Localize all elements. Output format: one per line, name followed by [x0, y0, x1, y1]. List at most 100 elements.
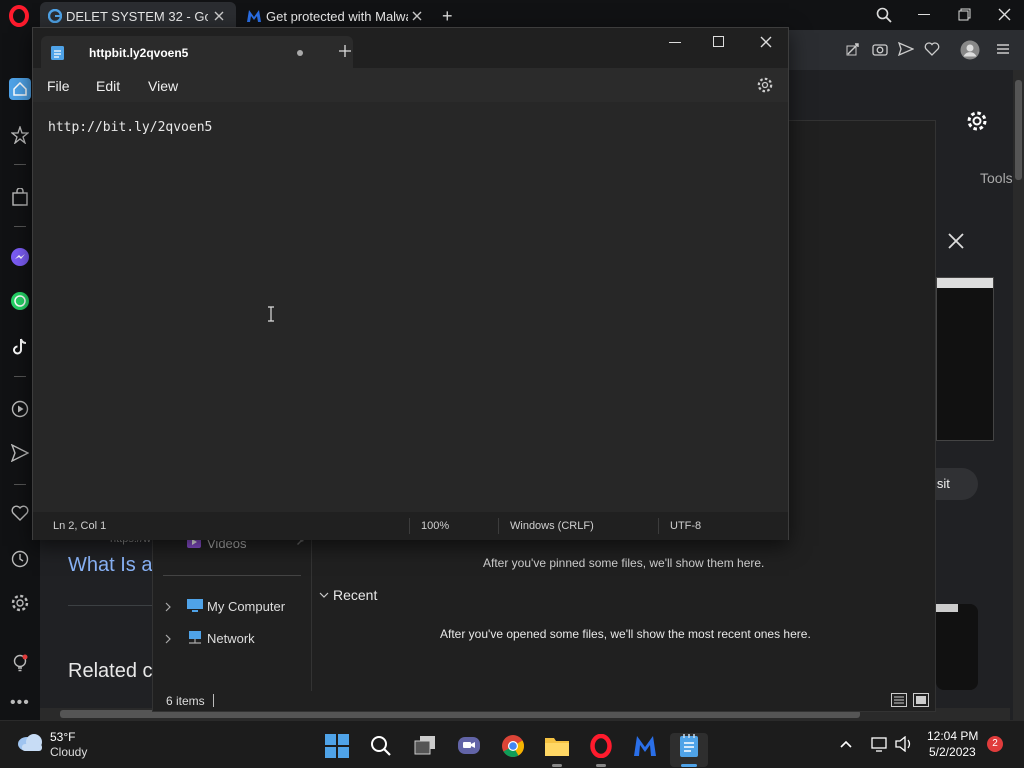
malwarebytes-icon — [246, 9, 262, 23]
messenger-icon[interactable] — [9, 246, 31, 268]
browser-restore-icon[interactable] — [958, 8, 971, 21]
cloudy-weather-icon[interactable] — [16, 731, 44, 753]
scrollbar-thumb[interactable] — [1015, 80, 1022, 180]
more-icon[interactable]: ••• — [10, 694, 30, 712]
chevron-right-icon[interactable] — [165, 602, 171, 612]
notepad-maximize-icon[interactable] — [713, 36, 724, 47]
file-explorer-icon[interactable] — [544, 733, 570, 759]
notepad-tab[interactable]: httpbit.ly2qvoen5 — [41, 36, 353, 68]
send-icon[interactable] — [9, 442, 31, 464]
pinned-empty-message: After you've pinned some files, we'll sh… — [483, 556, 765, 570]
new-notepad-tab-icon[interactable] — [339, 45, 351, 57]
home-icon[interactable] — [9, 78, 31, 100]
volume-icon[interactable] — [895, 736, 913, 752]
browser-toolbar — [788, 30, 1024, 70]
page-settings-icon[interactable] — [966, 110, 988, 132]
opera-taskbar-icon[interactable] — [588, 733, 614, 759]
related-heading: Related c — [68, 660, 153, 682]
bookmark-heart-icon[interactable] — [924, 42, 940, 56]
snapshot-icon[interactable] — [846, 42, 860, 56]
shopping-bag-icon[interactable] — [9, 186, 31, 208]
start-windows-icon[interactable] — [324, 733, 350, 759]
whatsapp-icon[interactable] — [9, 290, 31, 312]
notepad-menubar: File Edit View — [33, 68, 788, 102]
nav-network[interactable]: Network — [207, 631, 255, 646]
malwarebytes-taskbar-icon[interactable] — [632, 733, 658, 759]
close-panel-icon[interactable] — [948, 233, 964, 249]
encoding: UTF-8 — [670, 520, 702, 532]
tiles-view-icon[interactable] — [913, 693, 929, 707]
opera-logo-icon[interactable] — [8, 5, 30, 27]
thumbnail-2[interactable] — [936, 604, 978, 690]
nav-divider — [163, 575, 301, 576]
weather-temp[interactable]: 53°F — [50, 730, 75, 744]
teams-chat-icon[interactable] — [456, 733, 482, 759]
menu-file[interactable]: File — [47, 78, 70, 94]
explorer-status-bar: 6 items — [153, 691, 935, 711]
lightbulb-icon[interactable] — [9, 652, 31, 674]
sidebar-divider — [14, 164, 26, 165]
notepad-app-icon — [51, 45, 64, 60]
speed-dial-icon[interactable] — [9, 124, 31, 146]
clock-date[interactable]: 5/2/2023 — [929, 745, 976, 759]
browser-close-icon[interactable] — [998, 8, 1011, 21]
player-icon[interactable] — [9, 398, 31, 420]
menu-icon[interactable] — [996, 43, 1010, 55]
notepad-tab-title: httpbit.ly2qvoen5 — [89, 46, 189, 60]
details-view-icon[interactable] — [891, 693, 907, 707]
running-indicator — [552, 764, 562, 767]
browser-tab-malwarebytes[interactable]: Get protected with Malware — [240, 2, 436, 30]
notepad-taskbar-icon[interactable] — [676, 733, 702, 759]
nav-my-computer[interactable]: My Computer — [207, 599, 285, 614]
menu-view[interactable]: View — [148, 78, 178, 94]
weather-condition[interactable]: Cloudy — [50, 745, 87, 759]
search-result-link[interactable]: What Is a — [68, 554, 152, 577]
browser-minimize-icon[interactable] — [918, 14, 930, 15]
status-divider — [658, 518, 659, 534]
search-tabs-icon[interactable] — [876, 7, 892, 23]
task-view-icon[interactable] — [412, 733, 438, 759]
tiktok-icon[interactable] — [9, 336, 31, 358]
google-icon — [48, 9, 62, 23]
notepad-titlebar: httpbit.ly2qvoen5 — [33, 28, 788, 68]
close-tab-icon[interactable] — [214, 11, 224, 21]
close-tab-icon[interactable] — [412, 11, 422, 21]
camera-icon[interactable] — [872, 42, 888, 56]
notepad-content[interactable]: http://bit.ly/2qvoen5 — [48, 120, 212, 135]
chevron-up-icon[interactable] — [840, 740, 852, 748]
notepad-window: httpbit.ly2qvoen5 File Edit View http://… — [32, 27, 789, 540]
page-scrollbar[interactable] — [1013, 70, 1024, 720]
tools-label[interactable]: Tools — [980, 170, 1013, 186]
history-icon[interactable] — [9, 548, 31, 570]
heart-icon[interactable] — [9, 502, 31, 524]
chrome-icon[interactable] — [500, 733, 526, 759]
browser-tab-title: Get protected with Malware — [266, 8, 408, 24]
cursor-position: Ln 2, Col 1 — [53, 520, 107, 532]
recent-heading[interactable]: Recent — [333, 587, 377, 603]
send-page-icon[interactable] — [898, 42, 914, 56]
chevron-right-icon[interactable] — [165, 634, 171, 644]
chevron-down-icon[interactable] — [319, 591, 329, 599]
notepad-settings-icon[interactable] — [757, 77, 773, 93]
network-icon — [187, 631, 203, 645]
search-icon[interactable] — [368, 733, 394, 759]
profile-avatar-icon[interactable] — [960, 40, 980, 60]
browser-tab-google[interactable]: DELET SYSTEM 32 - Google — [40, 2, 236, 30]
notepad-close-icon[interactable] — [760, 36, 772, 48]
unsaved-indicator-icon[interactable] — [297, 50, 303, 56]
status-divider — [409, 518, 410, 534]
line-ending: Windows (CRLF) — [510, 520, 594, 532]
notepad-minimize-icon[interactable] — [669, 42, 681, 43]
video-thumbnail[interactable] — [936, 277, 994, 441]
notification-badge[interactable]: 2 — [987, 736, 1003, 752]
notepad-text-area[interactable]: http://bit.ly/2qvoen5 — [33, 102, 788, 512]
new-tab-button[interactable]: + — [442, 6, 453, 27]
recent-empty-message: After you've opened some files, we'll sh… — [440, 627, 811, 641]
clock-time[interactable]: 12:04 PM — [927, 729, 978, 743]
sidebar-divider — [14, 226, 26, 227]
settings-icon[interactable] — [9, 592, 31, 614]
network-status-icon[interactable] — [871, 736, 889, 752]
menu-edit[interactable]: Edit — [96, 78, 120, 94]
running-indicator — [596, 764, 606, 767]
sidebar-divider — [14, 484, 26, 485]
